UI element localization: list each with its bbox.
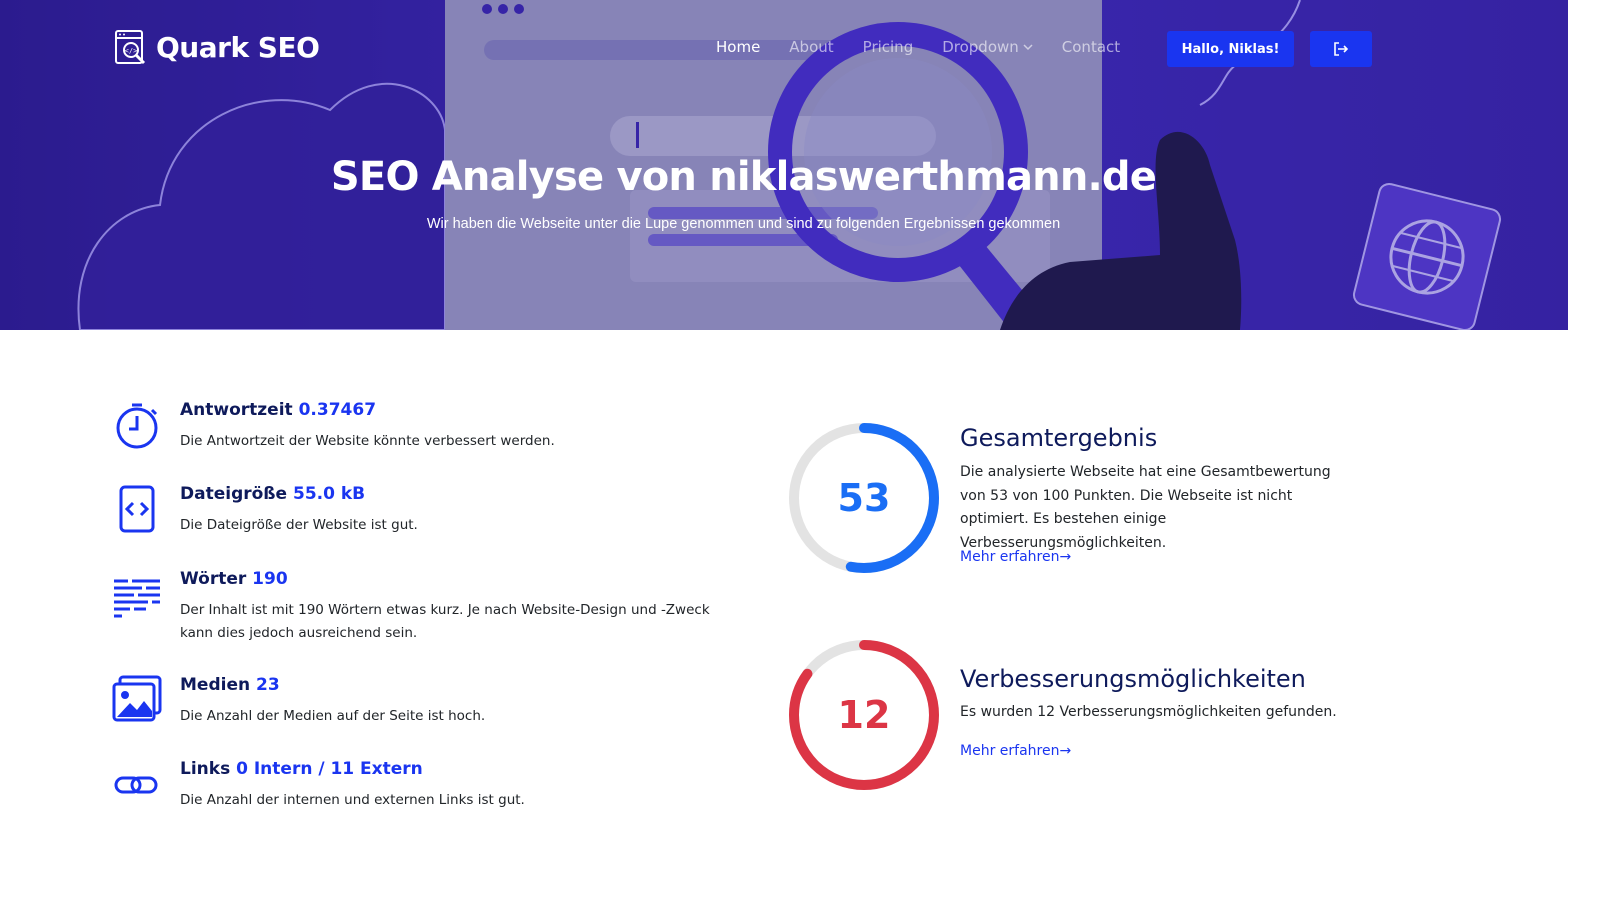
user-greeting-button[interactable]: Hallo, Niklas! (1167, 31, 1294, 67)
metric-heading: Dateigröße 55.0 kB (180, 484, 365, 504)
score-text: Es wurden 12 Verbesserungsmöglichkeiten … (960, 704, 1337, 720)
stopwatch-icon (116, 403, 158, 449)
score-value: 53 (837, 476, 891, 520)
nav-dropdown[interactable]: Dropdown (942, 38, 1033, 56)
svg-text:</>: </> (125, 47, 138, 55)
brand-name: Quark SEO (156, 30, 320, 64)
nav-contact[interactable]: Contact (1062, 38, 1120, 56)
metric-label: Wörter (180, 569, 247, 589)
nav-home[interactable]: Home (716, 38, 760, 56)
metric-description: Der Inhalt ist mit 190 Wörtern etwas kur… (180, 602, 710, 641)
score-title: Gesamtergebnis (960, 424, 1158, 452)
score-title: Verbesserungsmöglichkeiten (960, 665, 1306, 693)
seo-code-search-icon: </> (115, 30, 146, 65)
hero-banner: </> Quark SEO Home About Pricing Dropdow… (0, 0, 1568, 330)
metric-label: Medien (180, 675, 251, 695)
brand[interactable]: </> Quark SEO (114, 28, 320, 66)
metric-value: 190 (252, 569, 288, 589)
metric-description: Die Anzahl der internen und externen Lin… (180, 792, 525, 808)
learn-more-link[interactable]: Mehr erfahren→ (960, 549, 1071, 565)
score-improvements: 12 Verbesserungsmöglichkeiten Es wurden … (786, 637, 1406, 797)
metric-value: 0.37467 (298, 400, 377, 420)
images-icon (112, 675, 162, 722)
metric-label: Dateigröße (180, 484, 288, 504)
nav-dropdown-label: Dropdown (942, 38, 1019, 56)
metric-label: Antwortzeit (180, 400, 293, 420)
score-text: Die analysierte Webseite hat eine Gesamt… (960, 464, 1331, 551)
metric-value: 55.0 kB (292, 484, 366, 504)
learn-more-link[interactable]: Mehr erfahren→ (960, 743, 1071, 759)
code-file-icon (119, 485, 155, 533)
logout-icon (1334, 42, 1349, 56)
metric-description: Die Anzahl der Medien auf der Seite ist … (180, 708, 486, 724)
main-menu: Home About Pricing Dropdown Contact (716, 38, 1149, 56)
logout-button[interactable] (1310, 31, 1372, 67)
page-title: SEO Analyse von niklaswerthmann.de (330, 154, 1157, 200)
metric-description: Die Dateigröße der Website ist gut. (180, 517, 418, 533)
metric-heading: Links 0 Intern / 11 Extern (180, 759, 423, 779)
page-subtitle: Wir haben die Webseite unter die Lupe ge… (426, 216, 1061, 232)
score-value: 12 (837, 693, 891, 737)
metric-label: Links (180, 759, 231, 779)
metric-description: Die Antwortzeit der Website könnte verbe… (180, 433, 555, 449)
metric-value: 23 (256, 675, 280, 695)
metric-value: 0 Intern / 11 Extern (236, 759, 423, 779)
nav-about[interactable]: About (789, 38, 833, 56)
navbar: </> Quark SEO Home About Pricing Dropdow… (0, 0, 1568, 96)
link-icon (114, 776, 158, 794)
chevron-down-icon (1023, 44, 1033, 51)
text-lines-icon (114, 579, 160, 618)
metric-heading: Medien 23 (180, 675, 280, 695)
nav-pricing[interactable]: Pricing (863, 38, 914, 56)
metric-heading: Antwortzeit 0.37467 (180, 400, 376, 420)
metric-heading: Wörter 190 (180, 569, 288, 589)
score-overall: 53 Gesamtergebnis Die analysierte Websei… (786, 420, 1406, 580)
